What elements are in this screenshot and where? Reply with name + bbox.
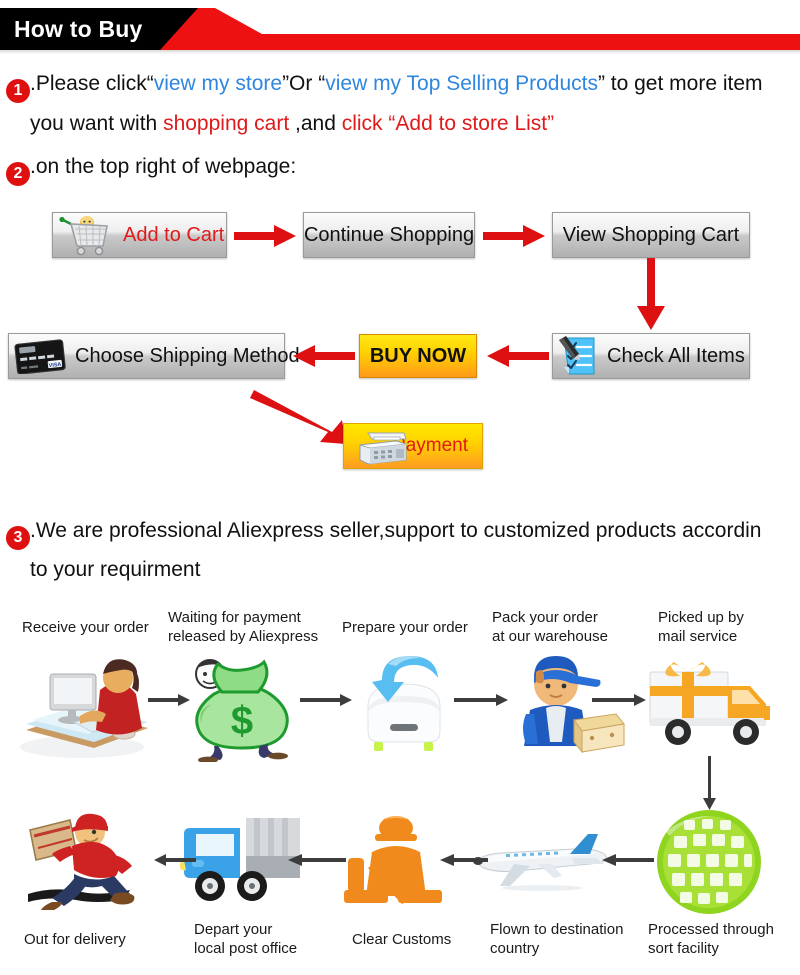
continue-shopping-label: Continue Shopping (303, 223, 475, 246)
download-box-icon (367, 656, 441, 751)
continue-shopping-button[interactable]: Continue Shopping (303, 212, 475, 258)
flow-label-clear-customs: Clear Customs (352, 931, 452, 948)
flow-arrow-5-icon (154, 854, 196, 866)
add-to-cart-label: Add to Cart (123, 223, 225, 246)
step-3-line-2: to your requirment (30, 558, 201, 581)
flow-label-depart-local-post-office: Depart your local post office (194, 921, 298, 957)
step-1-text-a: .Please click“ (30, 72, 154, 95)
add-to-store-list-highlight: click “Add to store List” (341, 112, 555, 135)
step-1-line2-a: you want with (30, 112, 164, 135)
flow-arrow-2-icon (300, 694, 352, 706)
flow-label-flown-to-destination: Flown to destination country (490, 921, 624, 957)
step-2-line: 2 .on the top right of webpage: (6, 155, 296, 186)
airplane-icon (473, 834, 607, 891)
step-1-badge: 1 (6, 79, 30, 103)
view-shopping-cart-label: View Shopping Cart (562, 223, 740, 246)
step-3-line-1: 3 .We are professional Aliexpress seller,… (6, 519, 761, 550)
step-1-line-1: 1 .Please click“view my store”Or “view my… (6, 72, 763, 103)
flow-label-processed-sort-facility: Processed through sort facility (648, 921, 774, 957)
cash-register-icon (359, 432, 407, 465)
flow-arrow-down-icon (703, 756, 716, 810)
checklist-icon (559, 336, 595, 375)
buy-now-button[interactable]: BUY NOW (359, 334, 477, 378)
flow-label-out-for-delivery: Out for delivery (24, 931, 126, 948)
choose-shipping-method-button[interactable]: VISA Choose Shipping Method (8, 333, 300, 379)
step-1-line2-b: ,and (289, 112, 342, 135)
flow-label-waiting-for-payment: Waiting for payment released by Aliexpre… (168, 609, 319, 645)
shopping-cart-icon (59, 216, 108, 256)
flow-arrow-8-icon (602, 854, 654, 866)
link-top-selling-products[interactable]: view my Top Selling Products (325, 72, 598, 95)
choose-shipping-method-label: Choose Shipping Method (75, 344, 300, 367)
payment-button[interactable]: Payment (343, 423, 483, 469)
running-courier-icon (28, 813, 135, 910)
buy-now-label: BUY NOW (369, 344, 467, 367)
money-bag-icon: $ (195, 659, 289, 762)
step-1-text-b: ”Or “ (282, 72, 326, 95)
link-view-my-store[interactable]: view my store (154, 72, 282, 95)
flow-arrow-1-icon (148, 694, 190, 706)
green-globe-icon (657, 810, 761, 914)
flow-label-receive-your-order: Receive your order (22, 619, 149, 636)
flow-label-picked-up-by-mail-service: Picked up by mail service (658, 609, 744, 645)
shopping-cart-highlight: shopping cart (163, 112, 290, 135)
how-to-buy-page: How to Buy 1 .Please click“view my store”… (0, 0, 800, 975)
flow-arrow-7-icon (440, 854, 488, 866)
add-to-cart-button[interactable]: Add to Cart (52, 212, 227, 258)
arrow-left-icon-1 (293, 345, 355, 367)
arrow-left-icon-2 (487, 345, 549, 367)
arrow-down-icon (637, 258, 665, 330)
flow-arrow-4-icon (592, 694, 646, 706)
credit-card-icon: VISA (14, 339, 66, 374)
view-shopping-cart-button[interactable]: View Shopping Cart (552, 212, 750, 258)
arrow-right-icon-2 (483, 225, 545, 247)
step-1-line-2: you want with shopping cart ,and click “… (30, 112, 554, 136)
flow-arrow-3-icon (454, 694, 508, 706)
svg-text:$: $ (231, 699, 253, 743)
header-banner: How to Buy (0, 8, 800, 50)
check-all-items-label: Check All Items (607, 344, 745, 367)
step-3-badge: 3 (6, 526, 30, 550)
flow-label-pack-your-order: Pack your order at our warehouse (492, 609, 608, 645)
flow-arrow-6-icon (288, 854, 346, 866)
arrow-right-icon-1 (234, 225, 296, 247)
delivery-truck-gift-icon (649, 662, 770, 745)
person-at-computer-icon (20, 659, 148, 758)
step-3-text: .We are professional Aliexpress seller,s… (30, 519, 762, 542)
step-2-badge: 2 (6, 162, 30, 186)
page-title: How to Buy (14, 16, 143, 42)
banner-shadow (0, 50, 800, 54)
flow-label-prepare-your-order: Prepare your order (342, 619, 468, 636)
step-2-text: .on the top right of webpage: (30, 155, 297, 178)
check-all-items-button[interactable]: Check All Items (552, 333, 750, 379)
step-1-text-c: ” to get more item (597, 72, 763, 95)
